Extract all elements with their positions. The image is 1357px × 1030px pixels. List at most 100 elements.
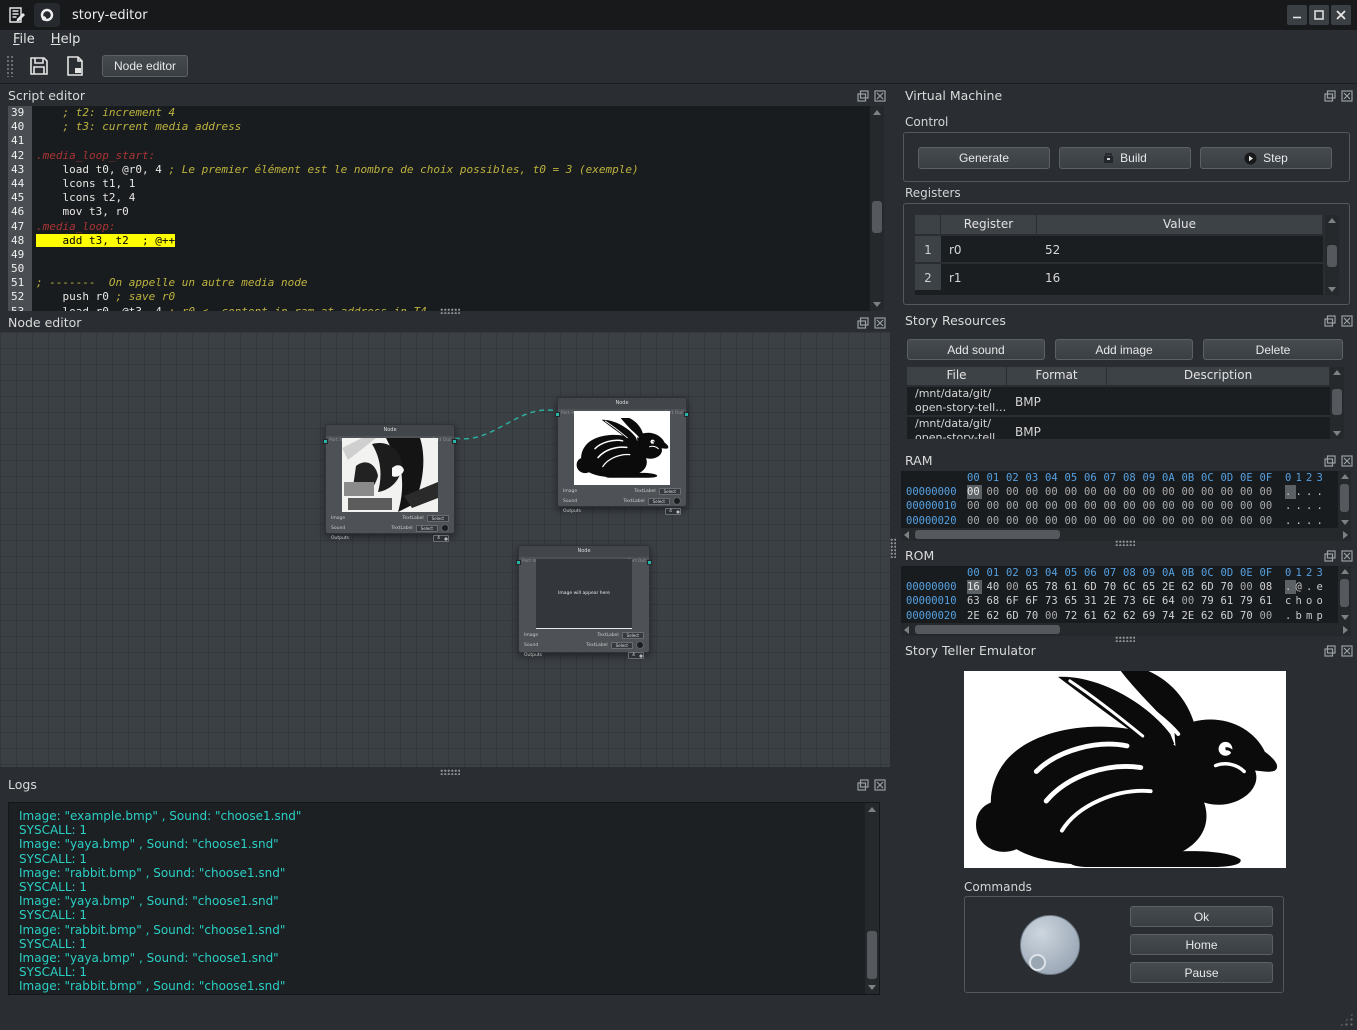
hex-byte[interactable]: 00 — [1182, 485, 1202, 499]
hex-byte[interactable]: 00 — [1240, 514, 1260, 528]
hex-byte[interactable]: 00 — [1260, 514, 1280, 528]
rom-hscrollbar[interactable] — [901, 623, 1351, 636]
close-icon[interactable] — [1341, 550, 1353, 562]
sound-play-button[interactable] — [441, 524, 449, 532]
table-row[interactable]: 2r116 — [915, 262, 1323, 290]
hex-byte[interactable]: 00 — [987, 485, 1007, 499]
hex-byte[interactable]: 00 — [1026, 499, 1046, 513]
hex-byte[interactable]: 00 — [1162, 485, 1182, 499]
float-icon[interactable] — [1324, 315, 1336, 327]
hex-byte[interactable]: 65 — [1026, 580, 1046, 594]
hex-byte[interactable]: 00 — [987, 499, 1007, 513]
resources-scrollbar[interactable] — [1330, 367, 1344, 439]
ram-vscrollbar[interactable] — [1338, 471, 1351, 528]
hex-byte[interactable]: 62 — [987, 609, 1007, 623]
rom-hex-editor[interactable]: 000102030405060708090A0B0C0D0E0F01234567… — [901, 566, 1338, 623]
hex-byte[interactable]: 00 — [1006, 514, 1026, 528]
close-icon[interactable] — [1341, 645, 1353, 657]
outputs-spinbox[interactable]: 4 — [665, 508, 681, 515]
build-button[interactable]: Build — [1059, 147, 1191, 169]
hex-byte[interactable]: 00 — [1026, 514, 1046, 528]
hex-byte[interactable]: 31 — [1084, 594, 1104, 608]
spin-arrows[interactable] — [443, 536, 448, 541]
menu-file[interactable]: File — [13, 32, 35, 47]
hex-byte[interactable]: 00 — [1240, 580, 1260, 594]
hex-byte[interactable]: 00 — [1221, 485, 1241, 499]
hex-byte[interactable]: 00 — [967, 514, 987, 528]
port-out-connector[interactable] — [684, 412, 689, 417]
hex-byte[interactable]: 61 — [1065, 580, 1085, 594]
hex-byte[interactable]: 6D — [1221, 609, 1241, 623]
step-button[interactable]: Step — [1200, 147, 1332, 169]
spin-down-icon[interactable] — [444, 539, 448, 541]
story-node[interactable]: NodePort InPort OutImage will appear her… — [518, 545, 650, 653]
hex-byte[interactable]: 00 — [1065, 499, 1085, 513]
hex-byte[interactable]: 73 — [1123, 594, 1143, 608]
hex-byte[interactable]: 62 — [1201, 609, 1221, 623]
close-icon[interactable] — [1341, 90, 1353, 102]
hex-byte[interactable]: 00 — [1123, 499, 1143, 513]
float-icon[interactable] — [1324, 550, 1336, 562]
hex-byte[interactable]: 00 — [1045, 499, 1065, 513]
hex-byte[interactable]: 00 — [1221, 514, 1241, 528]
export-document-icon[interactable] — [64, 55, 86, 77]
hex-byte[interactable]: 00 — [1045, 609, 1065, 623]
hex-byte[interactable]: 00 — [1065, 514, 1085, 528]
hex-byte[interactable]: 61 — [1260, 594, 1280, 608]
hex-byte[interactable]: 62 — [1123, 609, 1143, 623]
logs-scrollbar[interactable] — [865, 803, 879, 994]
hex-byte[interactable]: 40 — [987, 580, 1007, 594]
image-select-button[interactable]: Select — [622, 632, 644, 639]
hex-byte[interactable]: 69 — [1143, 609, 1163, 623]
hex-byte[interactable]: 00 — [1201, 485, 1221, 499]
hex-byte[interactable]: 73 — [1045, 594, 1065, 608]
float-icon[interactable] — [1324, 645, 1336, 657]
hex-byte[interactable]: 00 — [1240, 499, 1260, 513]
register-column-header[interactable]: Register — [941, 215, 1037, 234]
hex-byte[interactable]: 00 — [1006, 580, 1026, 594]
hex-byte[interactable]: 00 — [1006, 485, 1026, 499]
hex-byte[interactable]: 00 — [1162, 514, 1182, 528]
hex-byte[interactable]: 00 — [1260, 609, 1280, 623]
splitter-columns[interactable] — [890, 538, 896, 558]
spin-down-icon[interactable] — [676, 512, 680, 514]
rom-vscrollbar[interactable] — [1338, 566, 1351, 623]
node-canvas[interactable]: NodePort InPort OutImageTextLabelSelectS… — [0, 332, 890, 767]
registers-scrollbar[interactable] — [1325, 215, 1339, 295]
hex-byte[interactable]: 61 — [1221, 594, 1241, 608]
hex-byte[interactable]: 00 — [1084, 485, 1104, 499]
sound-select-button[interactable]: Select — [648, 498, 670, 505]
hex-byte[interactable]: 79 — [1240, 594, 1260, 608]
hex-byte[interactable]: 62 — [1182, 580, 1202, 594]
hex-byte[interactable]: 00 — [1260, 499, 1280, 513]
minimize-button[interactable] — [1287, 5, 1307, 25]
hex-byte[interactable]: 00 — [1006, 499, 1026, 513]
hex-byte[interactable]: 00 — [1104, 514, 1124, 528]
window-resize-grip[interactable] — [1339, 1012, 1354, 1027]
float-icon[interactable] — [857, 90, 869, 102]
add-image-button[interactable]: Add image — [1055, 339, 1193, 360]
hex-byte[interactable]: 00 — [1201, 499, 1221, 513]
port-in-connector[interactable] — [516, 560, 521, 565]
port-out-connector[interactable] — [647, 560, 652, 565]
hex-byte[interactable]: 6E — [1143, 594, 1163, 608]
hex-byte[interactable]: 70 — [1104, 580, 1124, 594]
hex-byte[interactable]: 00 — [987, 514, 1007, 528]
hex-byte[interactable]: 78 — [1045, 580, 1065, 594]
splitter-ram-rom[interactable] — [1115, 540, 1135, 546]
splitter-script-node[interactable] — [440, 308, 460, 314]
hex-byte[interactable]: 64 — [1162, 594, 1182, 608]
pause-button[interactable]: Pause — [1130, 962, 1273, 983]
hex-byte[interactable]: 65 — [1143, 580, 1163, 594]
file-column-header[interactable]: File — [907, 367, 1007, 385]
hex-byte[interactable]: 00 — [1045, 485, 1065, 499]
script-editor-scrollbar[interactable] — [870, 106, 884, 311]
save-icon[interactable] — [28, 55, 50, 77]
hex-byte[interactable]: 74 — [1162, 609, 1182, 623]
add-sound-button[interactable]: Add sound — [907, 339, 1045, 360]
close-icon[interactable] — [1341, 315, 1353, 327]
hex-byte[interactable]: 00 — [1065, 485, 1085, 499]
hex-byte[interactable]: 6D — [1006, 609, 1026, 623]
image-select-button[interactable]: Select — [659, 488, 681, 495]
rotary-knob[interactable] — [1020, 915, 1080, 975]
